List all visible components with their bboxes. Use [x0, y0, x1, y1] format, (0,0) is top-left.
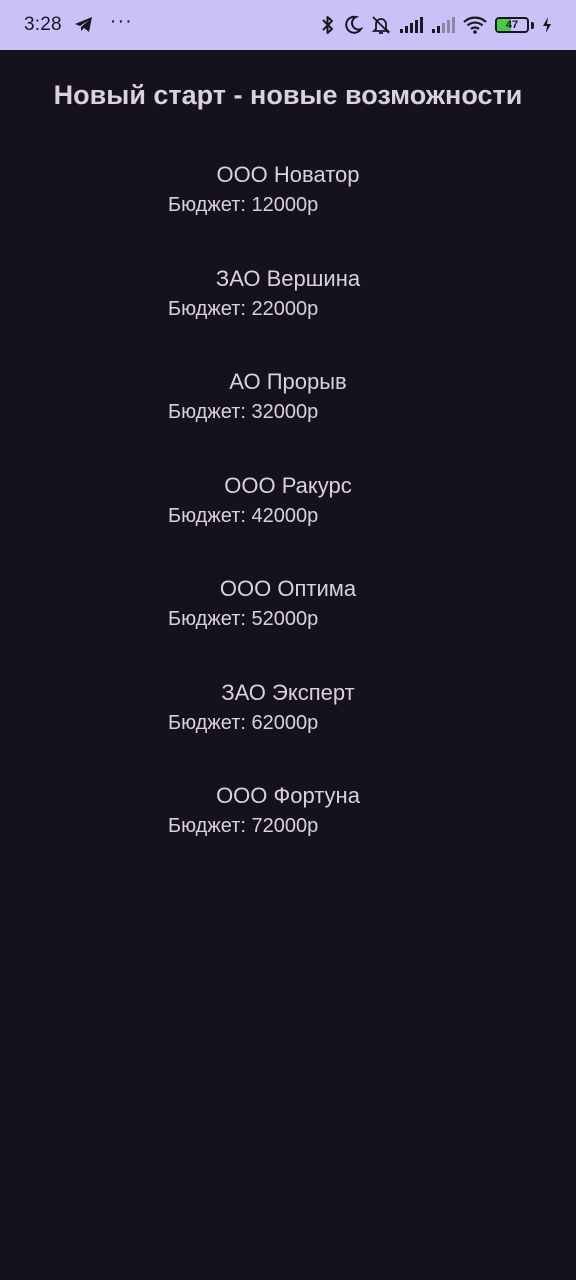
list-item[interactable]: ООО Оптима Бюджет: 52000р	[0, 574, 576, 678]
telegram-icon	[74, 16, 94, 34]
status-bar: 3:28 ··· 47	[0, 0, 576, 50]
status-bar-left: 3:28 ···	[24, 10, 133, 36]
moon-icon	[343, 15, 363, 35]
company-name: ООО Фортуна	[216, 783, 360, 808]
company-budget: Бюджет: 62000р	[168, 711, 319, 734]
bluetooth-icon	[321, 15, 335, 35]
list-item[interactable]: АО Прорыв Бюджет: 32000р	[0, 367, 576, 471]
status-time: 3:28	[24, 14, 62, 35]
bell-off-icon	[371, 15, 391, 35]
company-name: ЗАО Вершина	[215, 265, 361, 291]
wifi-icon	[463, 16, 487, 34]
company-name: АО Прорыв	[229, 369, 347, 394]
battery-level: 47	[505, 19, 519, 31]
battery-body: 47	[495, 17, 529, 33]
signal-icon	[431, 16, 455, 34]
battery-icon: 47	[495, 17, 534, 33]
more-notifications-icon: ···	[109, 10, 133, 32]
company-name: ООО Оптима	[219, 576, 357, 601]
company-budget: Бюджет: 52000р	[168, 608, 319, 630]
list-item[interactable]: ООО Новатор Бюджет: 12000р	[0, 160, 576, 264]
list-item[interactable]: ООО Фортуна Бюджет: 72000р	[0, 781, 576, 885]
charging-icon	[542, 16, 552, 34]
list-item[interactable]: ЗАО Эксперт Бюджет: 62000р	[0, 678, 576, 782]
signal-icon	[399, 16, 423, 34]
company-budget: Бюджет: 22000р	[168, 297, 319, 320]
list-item[interactable]: ООО Ракурс Бюджет: 42000р	[0, 471, 576, 575]
company-budget: Бюджет: 72000р	[168, 815, 319, 837]
battery-tip	[531, 21, 534, 29]
list-item[interactable]: ЗАО Вершина Бюджет: 22000р	[0, 264, 576, 368]
company-budget: Бюджет: 32000р	[168, 401, 319, 423]
company-budget: Бюджет: 42000р	[168, 504, 319, 527]
status-bar-right: 47	[321, 15, 552, 35]
company-list: ООО Новатор Бюджет: 12000р ЗАО Вершина Б…	[0, 160, 576, 885]
company-name: ООО Ракурс	[224, 472, 352, 498]
company-budget: Бюджет: 12000р	[168, 194, 319, 216]
company-name: ЗАО Эксперт	[221, 679, 355, 705]
page-title: Новый старт - новые возможности	[53, 80, 523, 110]
company-name: ООО Новатор	[216, 162, 360, 187]
